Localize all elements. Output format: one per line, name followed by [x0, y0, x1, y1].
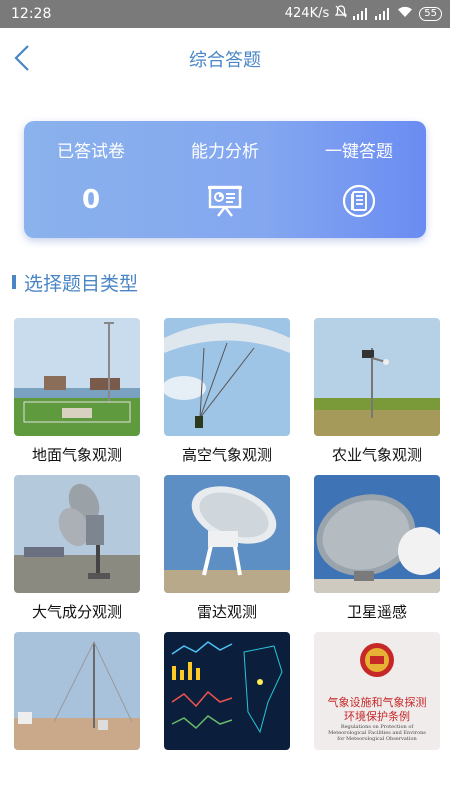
category-upper-air-observation[interactable]: 高空气象观测	[164, 318, 290, 465]
category-label: 雷达观测	[196, 603, 257, 621]
status-icons: 424K/s 55	[285, 5, 442, 22]
radar-dish-image	[164, 475, 290, 593]
ability-analysis-label: 能力分析	[191, 142, 259, 162]
category-label: 大气成分观测	[31, 603, 122, 621]
national-emblem-icon	[360, 643, 394, 677]
section-header: 选择题目类型	[12, 270, 139, 295]
category-field-station[interactable]	[14, 632, 140, 758]
regulations-cover-image: 气象设施和气象探测 环境保护条例 Regulations on Protecti…	[314, 632, 440, 750]
ability-analysis-item[interactable]: 能力分析	[158, 121, 292, 238]
battery-icon: 55	[419, 6, 442, 21]
page-title: 综合答题	[189, 50, 261, 71]
answered-papers-count: 0	[81, 185, 101, 215]
regulations-english-text: Regulations on Protection of Meteorologi…	[328, 724, 426, 742]
category-data-dashboard[interactable]	[164, 632, 290, 758]
mute-icon	[335, 5, 348, 22]
category-label: 地面气象观测	[31, 446, 122, 464]
answered-papers-item[interactable]: 已答试卷 0	[24, 121, 158, 238]
answered-papers-label: 已答试卷	[57, 142, 125, 162]
atmosphere-instrument-image	[14, 475, 140, 593]
category-regulations[interactable]: 气象设施和气象探测 环境保护条例 Regulations on Protecti…	[314, 632, 440, 758]
field-station-image	[14, 632, 140, 750]
signal-icon-2	[375, 7, 391, 20]
presentation-board-icon	[208, 185, 242, 217]
regulations-title-2: 环境保护条例	[344, 710, 410, 723]
category-label: 高空气象观测	[181, 446, 272, 464]
data-dashboard-image	[164, 632, 290, 750]
category-label: 卫星遥感	[346, 603, 407, 621]
quick-answer-item[interactable]: 一键答题	[292, 121, 426, 238]
section-marker	[12, 275, 16, 289]
category-label: 农业气象观测	[331, 446, 422, 464]
status-bar: 12:28 424K/s 55	[0, 0, 450, 28]
category-agri-observation[interactable]: 农业气象观测	[314, 318, 440, 465]
weather-balloon-image	[164, 318, 290, 436]
ground-station-image	[14, 318, 140, 436]
document-list-icon	[342, 184, 376, 218]
agri-station-image	[314, 318, 440, 436]
wifi-icon	[397, 6, 413, 22]
section-title: 选择题目类型	[24, 272, 139, 295]
category-satellite-remote-sensing[interactable]: 卫星遥感	[314, 475, 440, 622]
category-ground-observation[interactable]: 地面气象观测	[14, 318, 140, 465]
summary-card: 已答试卷 0 能力分析 一键答题	[24, 121, 426, 238]
category-atmosphere-observation[interactable]: 大气成分观测	[14, 475, 140, 622]
network-speed: 424K/s	[284, 6, 330, 21]
status-time: 12:28	[11, 6, 52, 22]
category-radar-observation[interactable]: 雷达观测	[164, 475, 290, 622]
header: 综合答题	[0, 28, 450, 88]
signal-icon	[353, 7, 369, 20]
satellite-dish-image	[314, 475, 440, 593]
quick-answer-label: 一键答题	[325, 142, 393, 162]
